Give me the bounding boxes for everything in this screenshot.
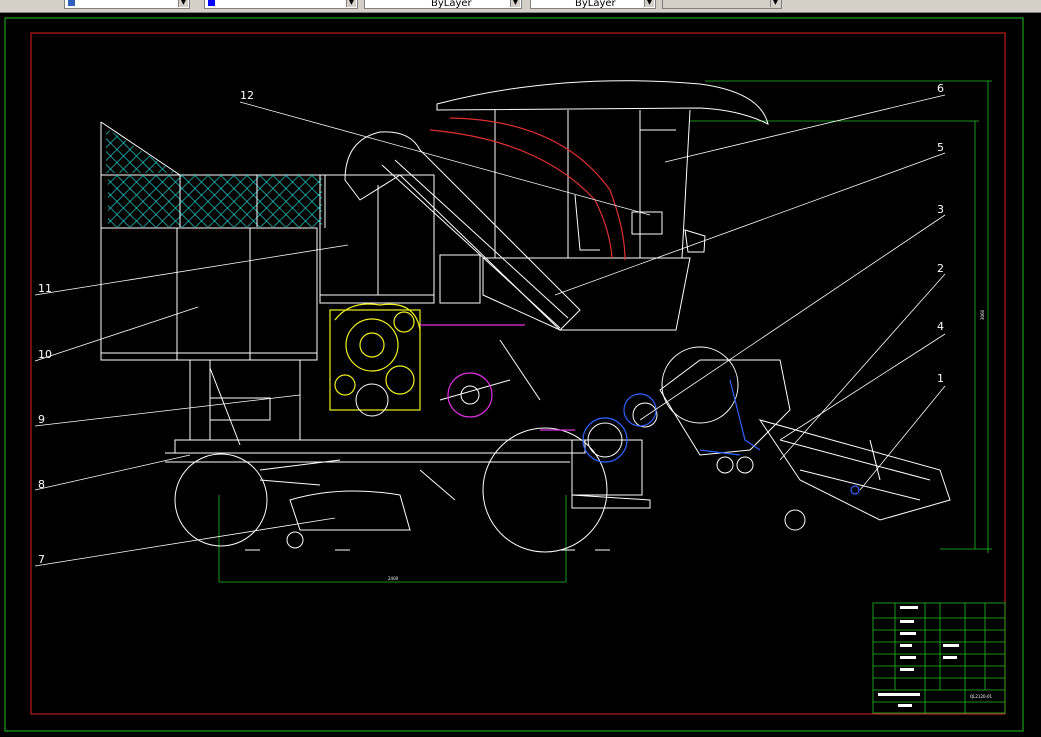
callout-3: 3 <box>937 203 944 216</box>
chevron-down-icon[interactable]: ▼ <box>178 0 188 7</box>
layer-icon <box>68 0 75 6</box>
title-block-text-marks <box>878 606 959 707</box>
dimension-lines <box>218 80 992 583</box>
callout-7: 7 <box>38 553 45 566</box>
callout-5: 5 <box>937 141 944 154</box>
discharge-pipe <box>449 117 626 261</box>
callout-12: 12 <box>240 89 254 102</box>
color-swatch-icon <box>208 0 215 6</box>
callout-4: 4 <box>937 320 944 333</box>
dim-overall-height: 3060 <box>980 309 985 320</box>
callout-9: 9 <box>38 413 45 426</box>
properties-toolbar: ▼ ▼ ByLayer ▼ ByLayer ▼ ▼ <box>0 0 1041 13</box>
callout-11: 11 <box>38 282 52 295</box>
chevron-down-icon[interactable]: ▼ <box>644 0 654 7</box>
hopper-mesh-top <box>106 128 176 173</box>
callout-2: 2 <box>937 262 944 275</box>
blue-components <box>582 379 860 495</box>
callout-8: 8 <box>38 478 45 491</box>
plotstyle-dropdown[interactable]: ▼ <box>662 0 782 9</box>
chevron-down-icon[interactable]: ▼ <box>770 0 780 7</box>
linetype-value: ByLayer <box>431 0 472 9</box>
drawing-number: QL2120-01 <box>970 694 993 699</box>
callout-6: 6 <box>937 82 944 95</box>
outer-border-green <box>4 17 1024 732</box>
hydraulic-lines <box>420 324 575 431</box>
engine-assembly <box>329 303 421 411</box>
linetype-dropdown[interactable]: ByLayer ▼ <box>364 0 522 9</box>
layer-dropdown[interactable]: ▼ <box>64 0 190 9</box>
hopper-mesh <box>108 175 322 227</box>
dim-wheelbase: 2400 <box>388 576 399 581</box>
callout-leaders <box>34 94 946 567</box>
callout-10: 10 <box>38 348 52 361</box>
callout-1: 1 <box>937 372 944 385</box>
harvester-drawing <box>100 80 951 553</box>
lineweight-value: ByLayer <box>575 0 616 9</box>
drawing-canvas[interactable]: 3060 2400 1 2 3 4 5 6 7 8 9 10 11 12 QL2… <box>0 13 1041 737</box>
color-dropdown[interactable]: ▼ <box>204 0 358 9</box>
chevron-down-icon[interactable]: ▼ <box>346 0 356 7</box>
inner-border-red <box>30 32 1006 715</box>
chevron-down-icon[interactable]: ▼ <box>510 0 520 7</box>
lineweight-dropdown[interactable]: ByLayer ▼ <box>530 0 656 9</box>
